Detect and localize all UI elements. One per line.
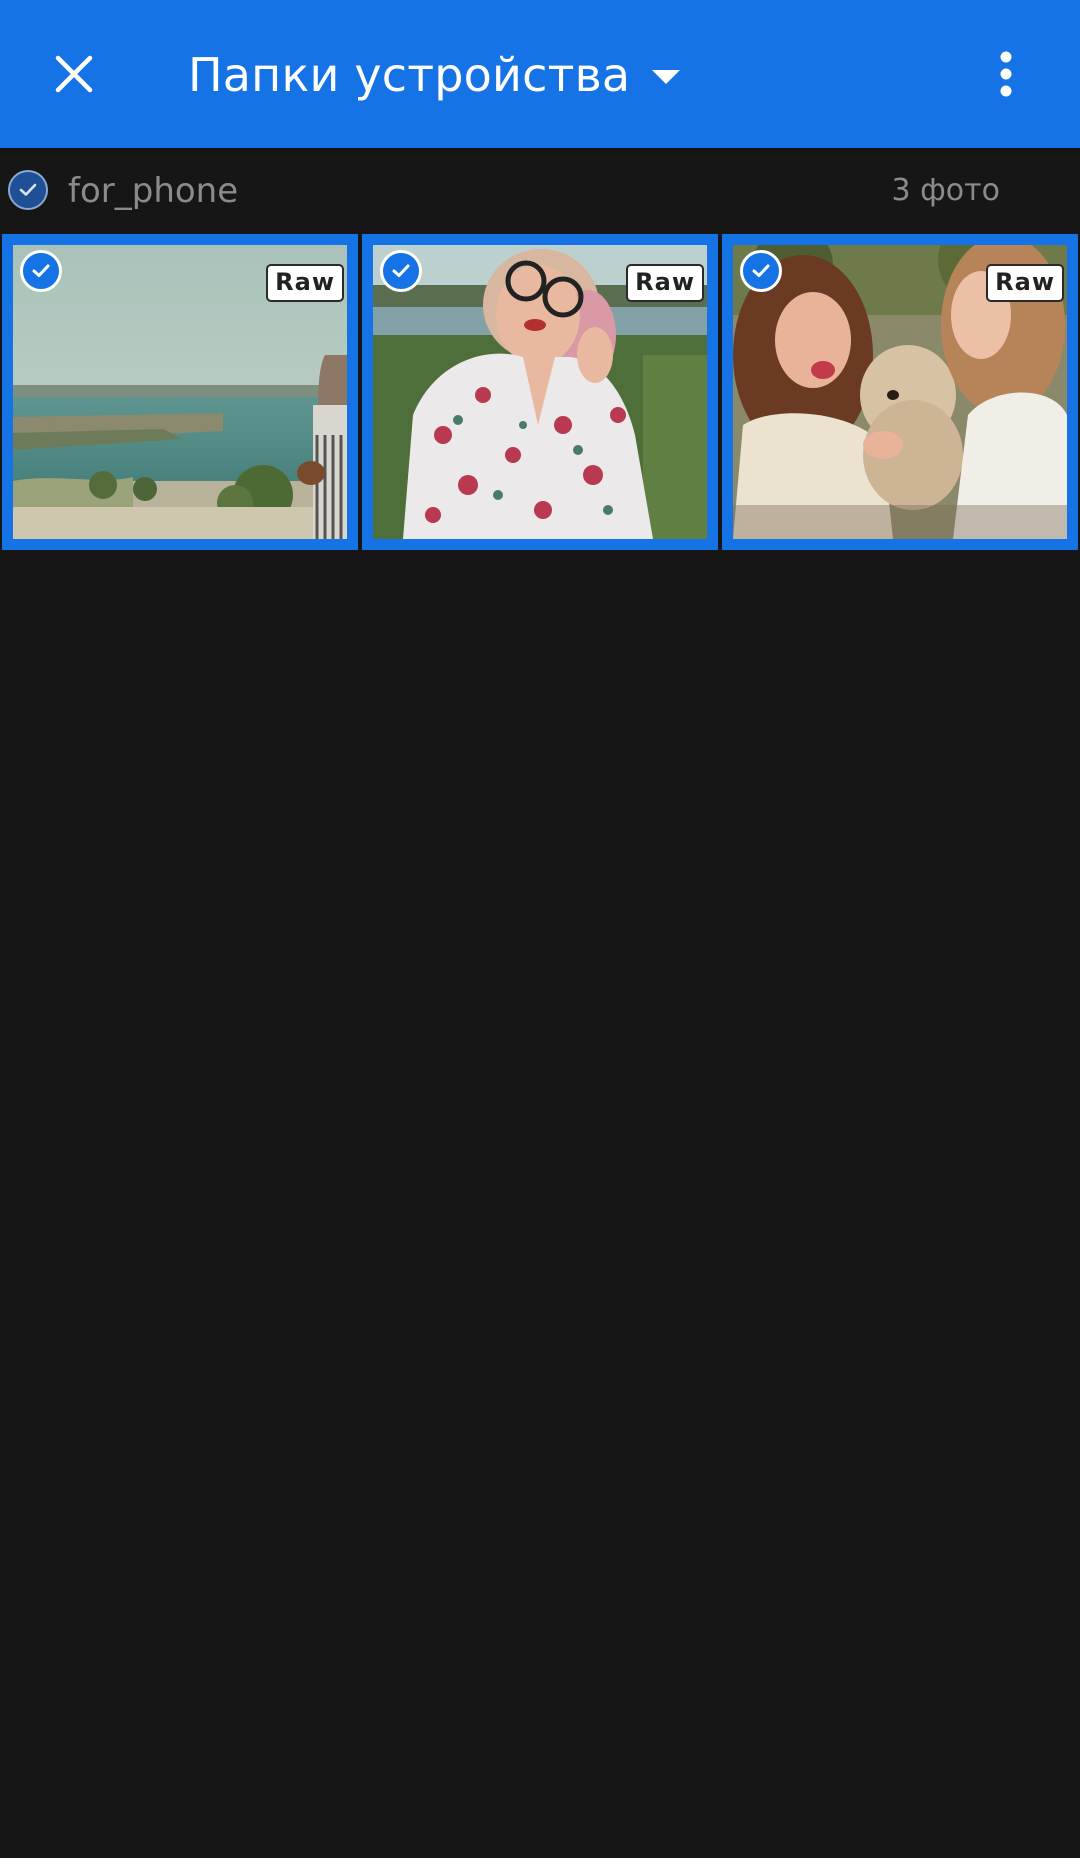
photo-count: 3 фото [891, 173, 1000, 208]
folder-header: for_phone 3 фото [0, 148, 1080, 236]
more-options-button[interactable] [966, 34, 1046, 114]
caret-down-icon [652, 70, 681, 84]
close-button[interactable] [34, 34, 114, 114]
raw-badge: Raw [266, 264, 344, 302]
more-vertical-icon [1000, 51, 1012, 97]
selected-check-icon [380, 250, 422, 292]
photo-tile[interactable]: Raw [362, 234, 718, 550]
raw-badge: Raw [986, 264, 1064, 302]
selected-check-icon [20, 250, 62, 292]
photo-tile[interactable]: Raw [2, 234, 358, 550]
photo-grid: Raw Raw Raw [0, 234, 1080, 550]
folder-select-checkbox[interactable] [8, 170, 48, 210]
selected-check-icon [740, 250, 782, 292]
top-app-bar: Папки устройства [0, 0, 1080, 148]
checkmark-icon [19, 183, 37, 196]
raw-badge: Raw [626, 264, 704, 302]
folder-name: for_phone [68, 171, 239, 211]
close-icon [55, 55, 93, 93]
app-screen: Папки устройства for_phone 3 фото Raw Ra… [0, 0, 1080, 1858]
folder-source-dropdown[interactable]: Папки устройства [188, 36, 681, 114]
page-title: Папки устройства [188, 48, 631, 102]
photo-tile[interactable]: Raw [722, 234, 1078, 550]
